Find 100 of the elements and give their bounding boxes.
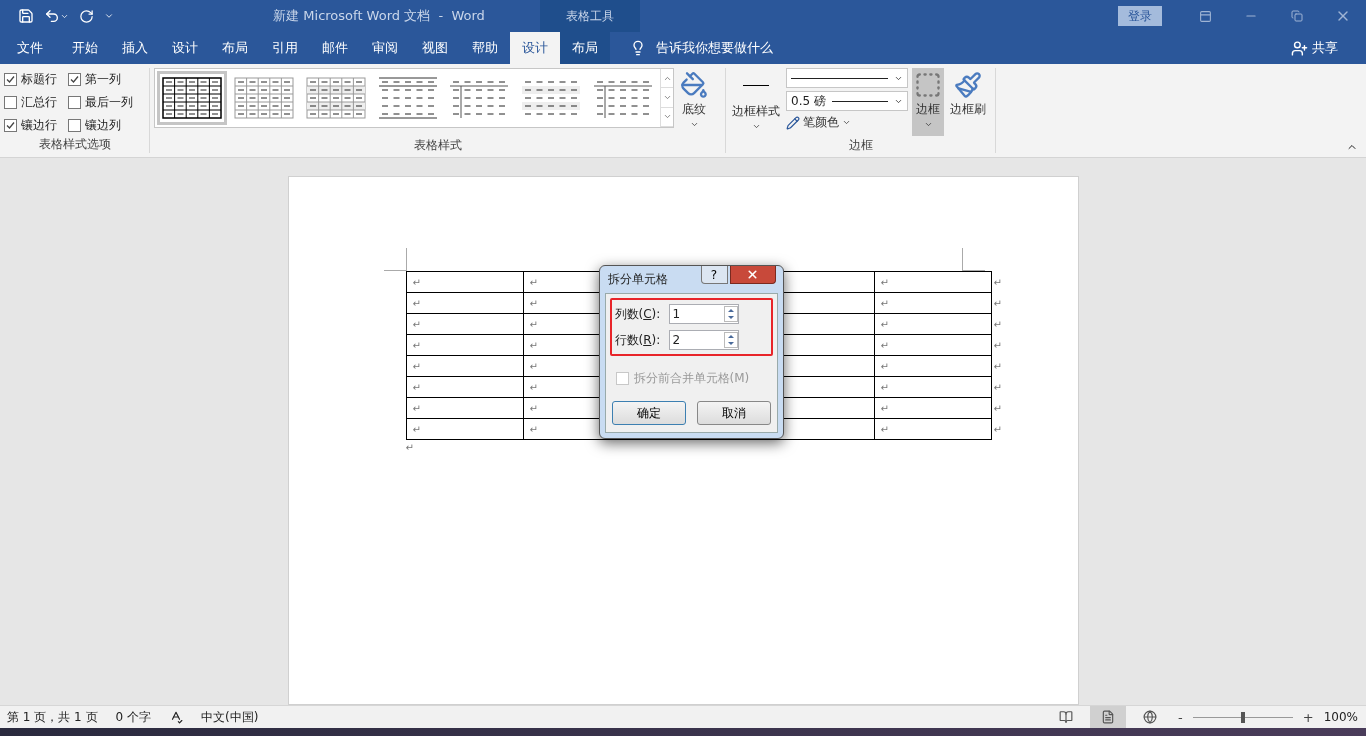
- end-of-cell-mark: ↵: [529, 318, 538, 330]
- end-of-row-mark: ↵: [993, 276, 1002, 288]
- line-icon: [743, 85, 769, 86]
- dialog-button[interactable]: 取消: [696, 401, 771, 425]
- end-of-cell-mark: ↵: [412, 318, 421, 330]
- paintbrush-icon: [954, 71, 982, 99]
- caret-icon: [751, 122, 761, 131]
- person-add-icon: [1291, 39, 1308, 57]
- end-of-cell-mark: ↵: [880, 339, 889, 351]
- ribbon-tab[interactable]: 视图: [410, 32, 460, 64]
- pen-color-button[interactable]: 笔颜色: [786, 114, 908, 131]
- table-style-thumbnail: [161, 77, 222, 119]
- spin-arrows-icon[interactable]: [723, 306, 738, 322]
- word-count[interactable]: 0 个字: [115, 708, 151, 726]
- save-icon[interactable]: [18, 8, 34, 24]
- end-of-row-mark: ↵: [993, 381, 1002, 393]
- line-weight-dropdown[interactable]: 0.5 磅: [786, 91, 908, 111]
- close-button[interactable]: [729, 266, 776, 284]
- style-option-checkbox[interactable]: 镶边行: [4, 116, 68, 135]
- share-button[interactable]: 共享: [1285, 32, 1344, 64]
- ribbon-tab[interactable]: 邮件: [310, 32, 360, 64]
- style-option-checkbox[interactable]: 最后一列: [68, 93, 148, 112]
- number-spinner[interactable]: 2: [668, 330, 739, 350]
- checkmark-icon: [6, 74, 15, 84]
- sign-in-button[interactable]: 登录: [1118, 6, 1162, 26]
- end-of-cell-mark: ↵: [412, 402, 421, 414]
- checkmark-icon: [70, 74, 79, 84]
- context-tab-label: 表格工具: [540, 0, 640, 32]
- style-option-checkbox[interactable]: 第一列: [68, 70, 148, 89]
- end-of-cell-mark: ↵: [529, 402, 538, 414]
- paragraph-mark: ↵: [405, 442, 414, 453]
- caret-icon: [923, 120, 933, 129]
- end-of-cell-mark: ↵: [529, 339, 538, 351]
- end-of-cell-mark: ↵: [880, 423, 889, 435]
- border-painter-button[interactable]: 边框刷: [948, 68, 988, 136]
- style-option-checkbox[interactable]: 汇总行: [4, 93, 68, 112]
- end-of-row-mark: ↵: [993, 339, 1002, 351]
- end-of-cell-mark: ↵: [880, 360, 889, 372]
- group-label: 边框: [847, 137, 874, 154]
- dialog-title: 拆分单元格: [606, 271, 668, 288]
- ribbon-tab[interactable]: 帮助: [460, 32, 510, 64]
- book-icon: [1059, 710, 1074, 724]
- end-of-cell-mark: ↵: [412, 339, 421, 351]
- end-of-row-mark: ↵: [993, 318, 1002, 330]
- end-of-cell-mark: ↵: [880, 297, 889, 309]
- field-label: 列数(C):: [614, 305, 662, 323]
- shading-button[interactable]: 底纹: [678, 68, 710, 136]
- crop-mark: [383, 248, 407, 271]
- page-count[interactable]: 第 1 页，共 1 页: [7, 708, 98, 726]
- pencil-icon: [786, 115, 800, 130]
- ribbon-tab[interactable]: 开始: [60, 32, 110, 64]
- zoom-out-button[interactable]: -: [1174, 709, 1187, 725]
- spin-arrows-icon[interactable]: [723, 332, 738, 348]
- window-title: 新建 Microsoft Word 文档 - Word: [272, 7, 486, 25]
- caret-icon: [689, 120, 699, 129]
- ribbon-tab[interactable]: 文件: [0, 32, 60, 64]
- lightbulb-icon: [630, 40, 646, 56]
- style-option-checkbox[interactable]: 镶边列: [68, 116, 148, 135]
- zoom-level[interactable]: 100%: [1323, 710, 1358, 724]
- field-label: 行数(R):: [614, 331, 662, 349]
- border-styles-button[interactable]: 边框样式: [730, 68, 782, 136]
- print-layout-icon[interactable]: [1090, 706, 1127, 728]
- dialog-button[interactable]: 确定: [611, 401, 686, 425]
- ribbon-tab[interactable]: 引用: [260, 32, 310, 64]
- customize-icon[interactable]: [104, 11, 114, 21]
- end-of-row-mark: ↵: [993, 297, 1002, 309]
- end-of-cell-mark: ↵: [412, 381, 421, 393]
- globe-icon: [1143, 710, 1158, 724]
- undo-icon[interactable]: [44, 8, 69, 24]
- end-of-cell-mark: ↵: [529, 423, 538, 435]
- end-of-cell-mark: ↵: [412, 423, 421, 435]
- ribbon-tab[interactable]: 设计: [160, 32, 210, 64]
- paint-bucket-icon: [680, 71, 708, 99]
- ribbon-tab[interactable]: 插入: [110, 32, 160, 64]
- dashed-square-icon: [914, 71, 942, 99]
- end-of-cell-mark: ↵: [529, 297, 538, 309]
- end-of-row-mark: ↵: [993, 360, 1002, 372]
- caret-icon: [842, 118, 851, 127]
- line-style-dropdown[interactable]: [786, 68, 908, 88]
- ribbon-tab[interactable]: 布局: [210, 32, 260, 64]
- number-spinner[interactable]: 1: [668, 304, 739, 324]
- end-of-cell-mark: ↵: [880, 402, 889, 414]
- table-style-thumbnail: [305, 77, 366, 119]
- group-label: 表格样式选项: [37, 136, 112, 153]
- end-of-cell-mark: ↵: [412, 276, 421, 288]
- redo-icon[interactable]: [79, 8, 94, 24]
- help-button[interactable]: ?: [700, 266, 728, 284]
- end-of-cell-mark: ↵: [529, 360, 538, 372]
- ribbon-tab[interactable]: 审阅: [360, 32, 410, 64]
- language-indicator[interactable]: 中文(中国): [201, 708, 259, 726]
- ribbon-tab[interactable]: 设计: [510, 32, 560, 64]
- group-label: 表格样式: [412, 137, 463, 154]
- borders-button[interactable]: 边框: [912, 68, 944, 136]
- zoom-in-button[interactable]: +: [1298, 709, 1318, 725]
- tell-me-search[interactable]: 告诉我你想要做什么: [624, 32, 779, 64]
- end-of-row-mark: ↵: [993, 423, 1002, 435]
- style-option-checkbox[interactable]: 标题行: [4, 70, 68, 89]
- ribbon-tab[interactable]: 布局: [560, 32, 610, 64]
- proofing-icon[interactable]: [169, 710, 183, 724]
- close-icon: [746, 268, 759, 281]
